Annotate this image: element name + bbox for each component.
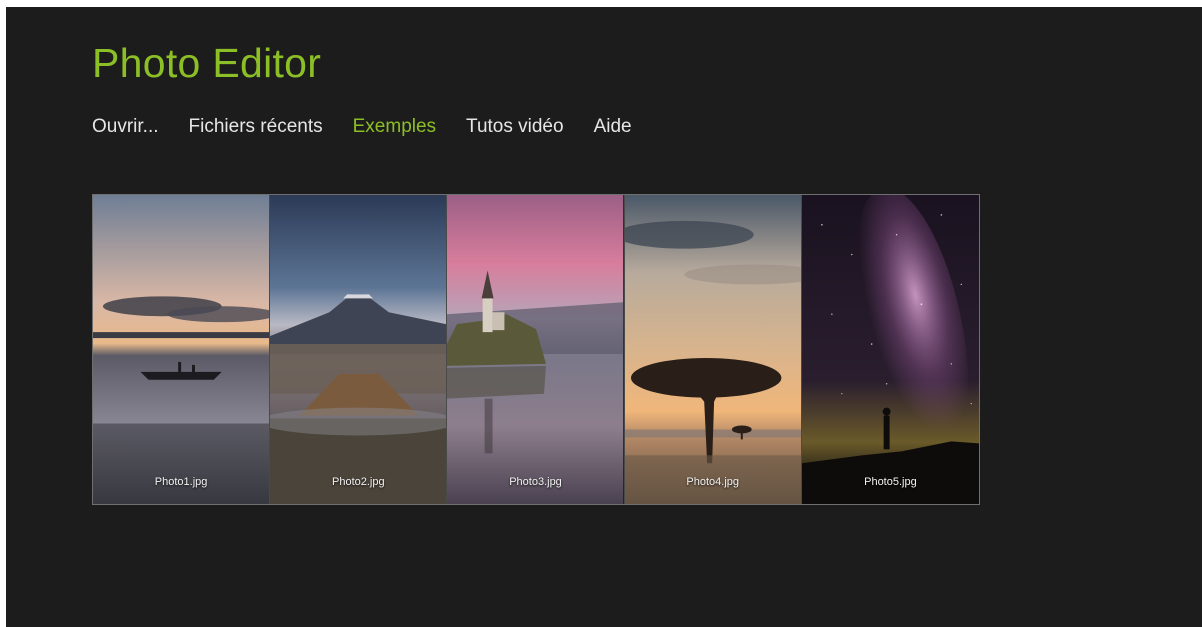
nav-item-recent-files[interactable]: Fichiers récents — [189, 115, 323, 139]
photo-filename: Photo4.jpg — [686, 476, 740, 488]
volcano-image — [270, 195, 447, 504]
photo-thumbnail-2[interactable]: Photo2.jpg — [270, 195, 448, 504]
main-nav: Ouvrir... Fichiers récents Exemples Tuto… — [92, 115, 662, 139]
nav-item-video-tutorials[interactable]: Tutos vidéo — [466, 115, 564, 139]
photo-thumbnail-4[interactable]: Photo4.jpg — [624, 195, 802, 504]
app-window: Photo Editor Ouvrir... Fichiers récents … — [6, 7, 1202, 627]
photo-thumbnail-1[interactable]: Photo1.jpg — [93, 195, 271, 504]
nav-item-help[interactable]: Aide — [594, 115, 632, 139]
photo-filename: Photo2.jpg — [332, 476, 385, 488]
lake-sunset-image — [93, 195, 270, 504]
photo-filename: Photo3.jpg — [509, 476, 562, 488]
photo-thumbnail-3[interactable]: Photo3.jpg — [447, 195, 625, 504]
photo-filename: Photo1.jpg — [154, 476, 208, 488]
photo-thumbnail-5[interactable]: Photo5.jpg — [801, 195, 980, 504]
acacia-tree-image — [624, 195, 801, 504]
nav-item-open[interactable]: Ouvrir... — [92, 115, 159, 139]
milky-way-image — [801, 195, 980, 504]
app-title: Photo Editor — [92, 40, 322, 86]
nav-item-examples[interactable]: Exemples — [353, 115, 436, 139]
island-church-image — [447, 195, 624, 504]
photo-filename: Photo5.jpg — [864, 476, 917, 488]
examples-gallery: Photo1.jpg Photo2.jpg Photo3.jpg Photo4.… — [92, 194, 980, 505]
